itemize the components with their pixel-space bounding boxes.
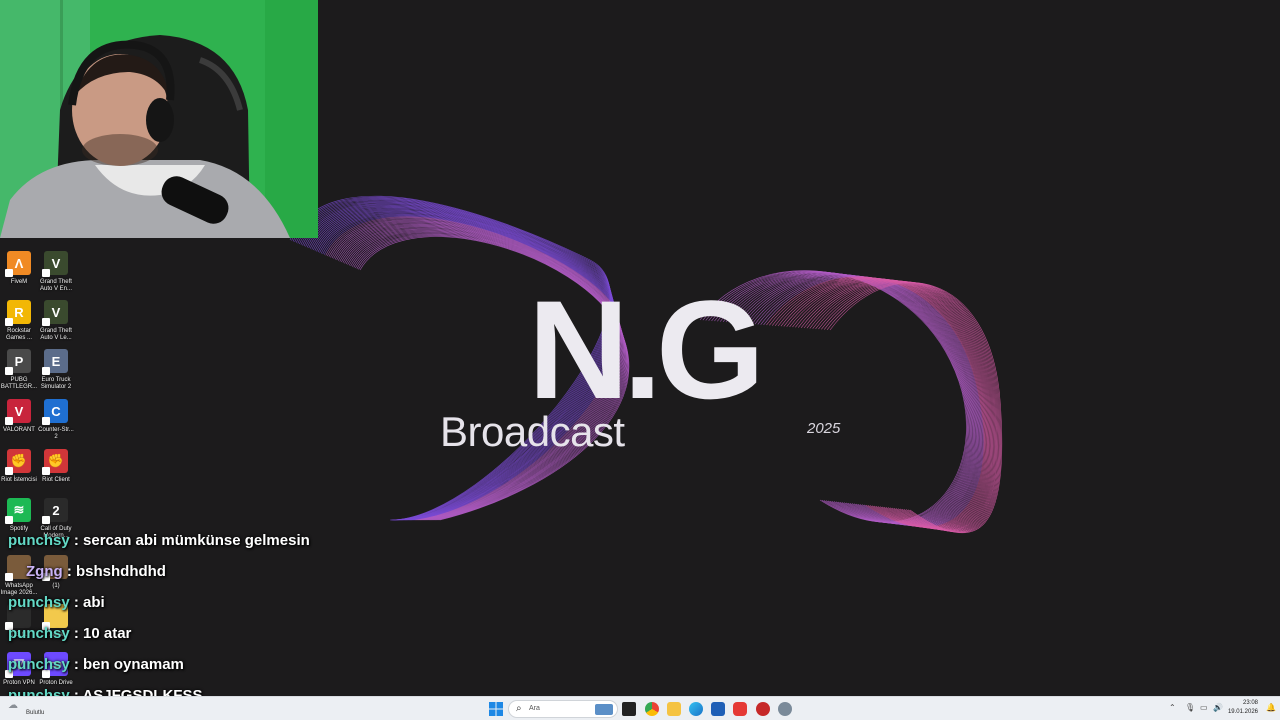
- desktop-icon[interactable]: ✊ Riot İstemcisi: [0, 449, 38, 484]
- chat-text: : sercan abi mümkünse gelmesin: [69, 532, 310, 549]
- desktop: N.G Broadcast 2025 ΛFiveMVGrand Theft: [0, 0, 1280, 720]
- wallpaper-subtitle: Broadcast: [440, 408, 625, 455]
- search-placeholder: Ara: [529, 705, 540, 712]
- chat-text: : ben oynamam: [69, 656, 184, 673]
- desktop-icon-label: Riot Client: [42, 477, 70, 483]
- webcam-scene: [0, 0, 318, 238]
- wave-line-right: [769, 276, 986, 528]
- store-icon[interactable]: [711, 702, 725, 716]
- taskbar: ☁ Bulutlu ⌕ Ara ⌃ 🎙 ▭ 🔊 23:08 19.01.2026…: [0, 696, 1280, 720]
- wave-line-right: [745, 274, 979, 526]
- settings-icon[interactable]: [778, 702, 792, 716]
- search-highlight-icon: [595, 704, 613, 715]
- desktop-icon[interactable]: V VALORANT: [0, 399, 38, 434]
- shortcut-arrow-icon: [42, 516, 50, 524]
- chat-message: Zgng : bshshdhdhd: [8, 563, 166, 580]
- search-icon: ⌕: [516, 703, 522, 714]
- chat-message: punchsy : abi: [8, 594, 105, 611]
- desktop-icon-label: Proton VPN: [3, 680, 35, 686]
- desktop-icon-label: VALORANT: [3, 427, 35, 433]
- file-explorer-icon[interactable]: [667, 702, 681, 716]
- chat-username: punchsy: [8, 656, 70, 673]
- clock-time[interactable]: 23:08: [1222, 700, 1258, 706]
- desktop-icon-label: FiveM: [10, 279, 28, 285]
- cs2-icon: C: [42, 399, 68, 425]
- wave-line-right: [728, 273, 975, 525]
- cod-icon: 2: [42, 498, 68, 524]
- desktop-icon-label: PUBG BATTLEGR...: [0, 377, 38, 390]
- notification-bell-icon[interactable]: 🔔: [1266, 703, 1276, 712]
- chat-message: punchsy : ben oynamam: [8, 656, 184, 673]
- riot-client-icon: ✊: [42, 449, 68, 475]
- shortcut-arrow-icon: [5, 318, 13, 326]
- chat-text: : 10 atar: [69, 625, 132, 642]
- task-view-icon[interactable]: [622, 702, 636, 716]
- desktop-icon-label: Riot İstemcisi: [1, 477, 37, 483]
- chat-message: punchsy : sercan abi mümkünse gelmesin: [8, 532, 310, 549]
- wave-line-right: [777, 277, 988, 529]
- desktop-icon[interactable]: C Counter-Str... 2: [37, 399, 75, 441]
- gta-v-legacy-icon: V: [42, 300, 68, 326]
- rockstar-icon: R: [5, 300, 31, 326]
- desktop-icon[interactable]: V Grand Theft Auto V Le...: [37, 300, 75, 342]
- wave-line-right: [737, 273, 977, 525]
- desktop-icon-label: Proton Drive: [39, 680, 73, 686]
- shortcut-arrow-icon: [5, 516, 13, 524]
- chat-text: : bshshdhdhd: [62, 563, 166, 580]
- desktop-icon[interactable]: V Grand Theft Auto V En...: [37, 251, 75, 293]
- shortcut-arrow-icon: [5, 467, 13, 475]
- desktop-icon[interactable]: E Euro Truck Simulator 2: [37, 349, 75, 391]
- desktop-icon-label: Euro Truck Simulator 2: [40, 377, 72, 390]
- desktop-icon-label: (1): [52, 583, 60, 589]
- webcam-overlay: [0, 0, 318, 238]
- chat-username: punchsy: [8, 625, 70, 642]
- wave-line-right: [760, 276, 983, 527]
- chat-username: punchsy: [8, 594, 70, 611]
- shortcut-arrow-icon: [42, 417, 50, 425]
- media-player-icon[interactable]: [756, 702, 770, 716]
- desktop-icon[interactable]: P PUBG BATTLEGR...: [0, 349, 38, 391]
- microphone-icon[interactable]: 🎙: [1185, 703, 1195, 712]
- ets2-icon: E: [42, 349, 68, 375]
- youtube-icon[interactable]: [733, 702, 747, 716]
- network-icon[interactable]: ▭: [1200, 703, 1208, 712]
- shortcut-arrow-icon: [42, 269, 50, 277]
- shortcut-arrow-icon: [42, 467, 50, 475]
- shortcut-arrow-icon: [5, 417, 13, 425]
- desktop-icon[interactable]: ✊ Riot Client: [37, 449, 75, 484]
- wallpaper-year: 2025: [807, 420, 841, 437]
- taskbar-search[interactable]: ⌕ Ara: [508, 700, 618, 718]
- desktop-icon-label: Grand Theft Auto V Le...: [40, 328, 72, 341]
- fivem-icon: Λ: [5, 251, 31, 277]
- desktop-icon[interactable]: R Rockstar Games ...: [0, 300, 38, 342]
- weather-label: Bulutlu: [26, 710, 45, 716]
- shortcut-arrow-icon: [42, 318, 50, 326]
- desktop-icon-label: Grand Theft Auto V En...: [39, 279, 73, 292]
- cloud-icon: ☁: [8, 700, 18, 711]
- chrome-icon[interactable]: [645, 702, 659, 716]
- desktop-icon-label: Counter-Str... 2: [38, 427, 74, 440]
- chat-message: punchsy : 10 atar: [8, 625, 131, 642]
- chat-username: punchsy: [8, 532, 70, 549]
- valorant-icon: V: [5, 399, 31, 425]
- pubg-icon: P: [5, 349, 31, 375]
- desktop-icon[interactable]: ≋ Spotify: [0, 498, 38, 533]
- clock-date[interactable]: 19.01.2026: [1222, 709, 1258, 715]
- gta-v-icon: V: [42, 251, 68, 277]
- edge-icon[interactable]: [689, 702, 703, 716]
- shortcut-arrow-icon: [5, 367, 13, 375]
- wallpaper-brand: N.G: [528, 271, 765, 428]
- chat-text: : abi: [69, 594, 105, 611]
- riot-client-tr-icon: ✊: [5, 449, 31, 475]
- shortcut-arrow-icon: [5, 269, 13, 277]
- shortcut-arrow-icon: [42, 367, 50, 375]
- desktop-icon[interactable]: Λ FiveM: [0, 251, 38, 286]
- windows-start-icon[interactable]: [489, 702, 503, 716]
- desktop-icon-label: Rockstar Games ...: [5, 328, 32, 341]
- chat-username: Zgng: [26, 563, 63, 580]
- chevron-up-icon[interactable]: ⌃: [1169, 703, 1176, 712]
- spotify-icon: ≋: [5, 498, 31, 524]
